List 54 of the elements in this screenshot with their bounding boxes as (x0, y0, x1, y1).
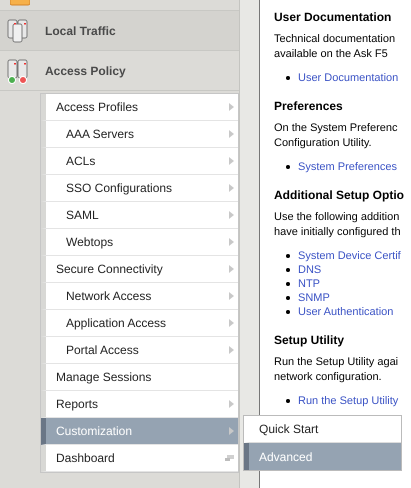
doc-link[interactable]: Run the Setup Utility (298, 394, 398, 408)
menu-item[interactable]: Network Access (41, 283, 238, 310)
menu-item[interactable]: Dashboard (41, 445, 238, 472)
doc-link[interactable]: DNS (298, 263, 322, 277)
bullet-icon (286, 254, 290, 258)
app-icon (10, 0, 30, 6)
menu-item[interactable]: Webtops (41, 229, 238, 256)
doc-link[interactable]: User Documentation (298, 71, 398, 85)
section-heading: Additional Setup Optio (274, 187, 405, 204)
doc-link[interactable]: System Device Certif (298, 249, 401, 263)
section-text: Technical documentation available on the Ask F5 (274, 32, 396, 62)
menu-item[interactable]: Secure Connectivity (41, 256, 238, 283)
menu-item[interactable]: Application Access (41, 310, 238, 337)
bullet-icon (286, 268, 290, 272)
bullet-icon (286, 310, 290, 314)
caret-icon (229, 130, 234, 138)
section-text: Use the following addition have initially configured th (274, 210, 402, 240)
section-text: On the System Preferenc Configuration Utility. (274, 121, 398, 151)
menu-item[interactable]: SAML (41, 202, 238, 229)
section-heading: User Documentation (274, 9, 392, 26)
caret-icon (229, 400, 234, 408)
section-text: Run the Setup Utility agai network configuration. (274, 355, 400, 385)
menu-item[interactable]: Access Profiles (41, 94, 238, 121)
caret-icon (229, 211, 234, 219)
doc-link[interactable]: User Authentication (298, 305, 394, 319)
caret-icon (229, 265, 234, 273)
bullet-icon (286, 296, 290, 300)
nav-section[interactable]: Local Traffic (0, 11, 239, 51)
bullet-icon (286, 165, 290, 169)
bullet-icon (286, 399, 290, 403)
caret-icon (229, 292, 234, 300)
nav-section-label: Access Policy (45, 62, 126, 80)
menu-item[interactable]: ACLs (41, 148, 238, 175)
caret-icon (229, 238, 234, 246)
bullet-icon (286, 282, 290, 286)
doc-link[interactable]: SNMP (298, 291, 330, 305)
doc-link[interactable]: System Preferences (298, 160, 398, 174)
section-heading: Preferences (274, 98, 344, 115)
window-icon (225, 455, 234, 461)
bullet-icon (286, 76, 290, 80)
caret-icon (229, 427, 234, 435)
menu-item[interactable]: SSO Configurations (41, 175, 238, 202)
nav-section-label: Local Traffic (45, 22, 116, 40)
caret-icon (229, 184, 234, 192)
doc-link[interactable]: NTP (298, 277, 320, 291)
menu-item[interactable]: Manage Sessions (41, 364, 238, 391)
menu-item[interactable]: Portal Access (41, 337, 238, 364)
caret-icon (229, 319, 234, 327)
menu-item[interactable]: AAA Servers (41, 121, 238, 148)
menu-item[interactable]: Reports (41, 391, 238, 418)
caret-icon (229, 157, 234, 165)
section-heading: Setup Utility (274, 332, 346, 349)
caret-icon (229, 346, 234, 354)
caret-icon (229, 103, 234, 111)
